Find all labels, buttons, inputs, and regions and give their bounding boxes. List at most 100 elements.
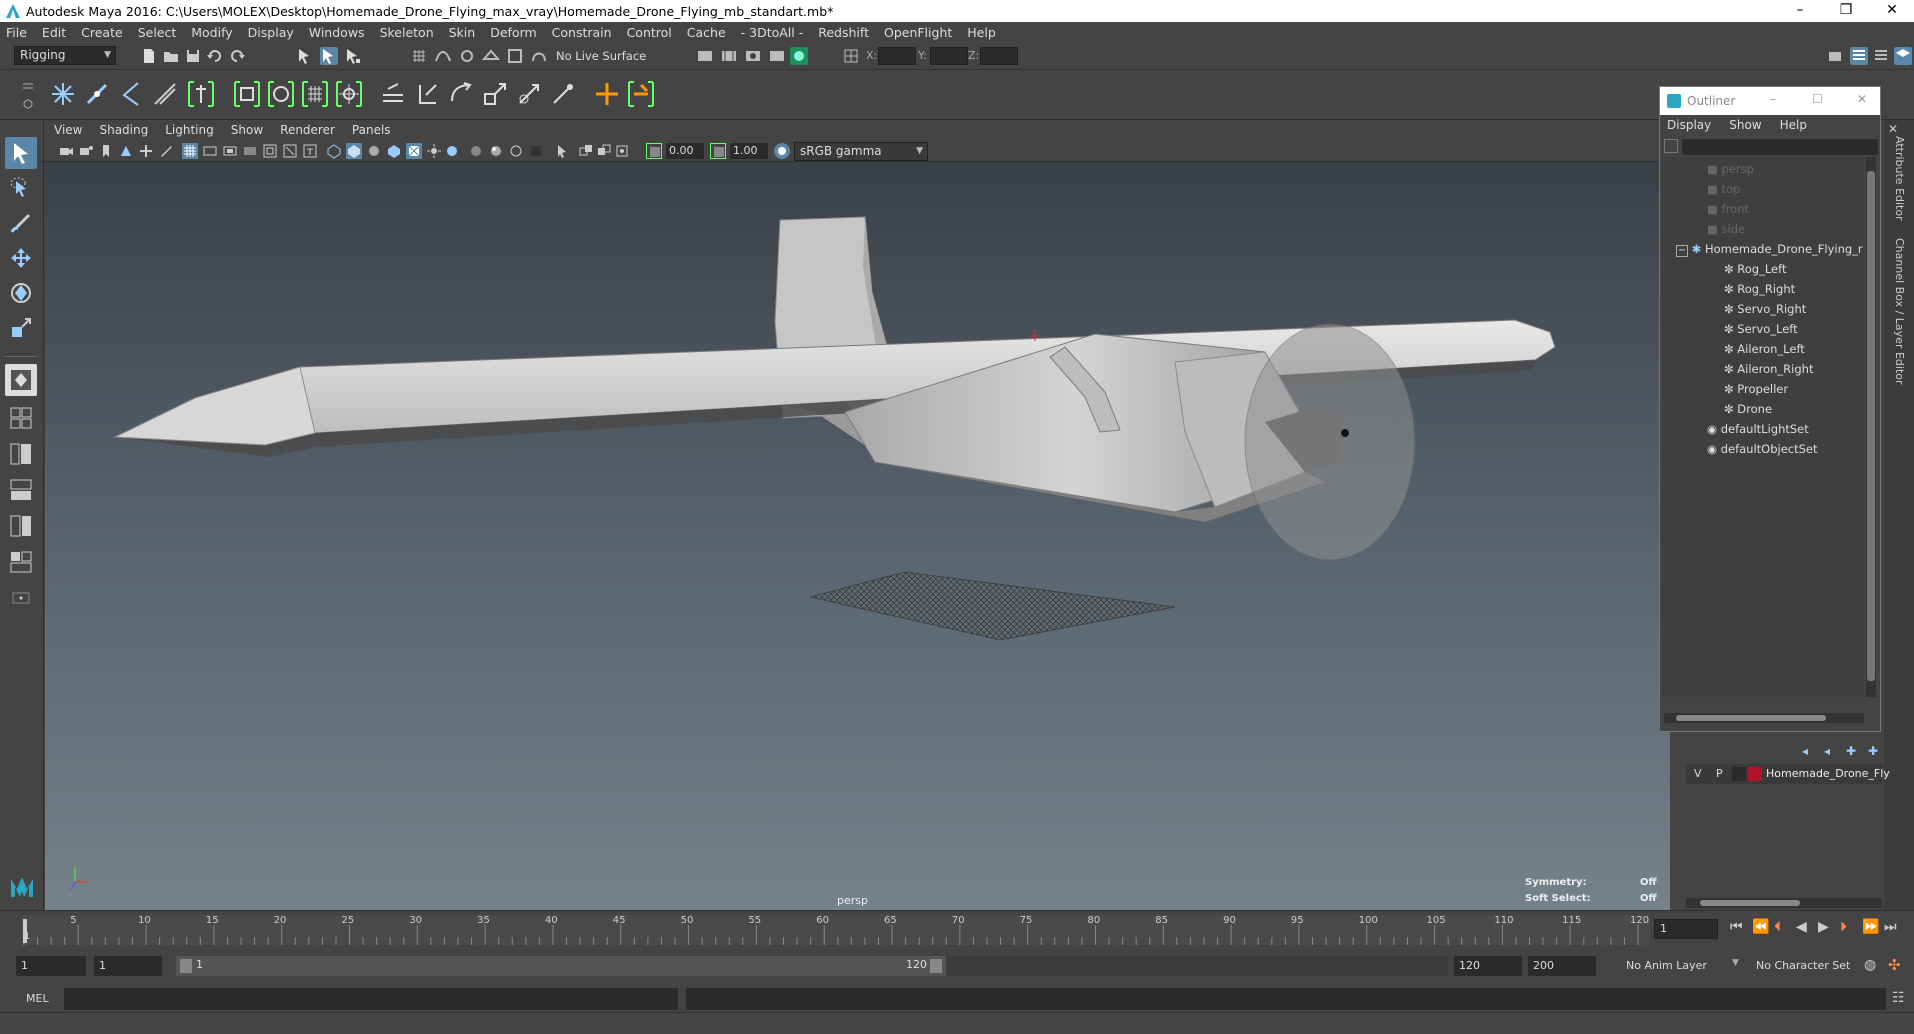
outliner-item-rog-right[interactable]: ✼ Rog_Right [1724,279,1795,299]
persp-trax-layout-icon[interactable] [5,546,37,578]
menu-3dtoall[interactable]: - 3DtoAll - [741,25,804,40]
auto-key-icon[interactable]: ◍ [1864,957,1876,973]
menu-windows[interactable]: Windows [309,25,365,40]
outliner-item-aileron-right[interactable]: ✼ Aileron_Right [1724,359,1813,379]
panel-menu-panels[interactable]: Panels [352,123,391,137]
playback-start-field[interactable]: 1 [94,956,162,976]
paint-select-tool-icon[interactable] [5,207,37,239]
camera-attributes-icon[interactable] [78,143,94,159]
menu-skin[interactable]: Skin [449,25,476,40]
ik-handle-icon[interactable] [114,77,148,111]
view-transform-dropdown[interactable]: sRGB gamma ▼ [794,142,928,161]
layer-display-type[interactable] [1732,767,1746,781]
ik-spline-icon[interactable] [148,77,182,111]
outliner-item-propeller[interactable]: ✼ Propeller [1724,379,1788,399]
lattice-icon[interactable] [298,77,332,111]
new-layer-selected-icon[interactable]: ✚ [1868,744,1878,758]
range-end-handle[interactable] [930,959,942,973]
new-layer-icon[interactable]: ✚ [1846,744,1856,758]
command-input[interactable] [64,988,678,1010]
new-scene-icon[interactable] [140,47,158,65]
play-forward-icon[interactable]: ▶ [1818,919,1829,935]
step-back-key-icon[interactable]: ⏪ [1752,919,1769,935]
outliner-item-root[interactable]: − ✱ Homemade_Drone_Flying_r [1676,239,1863,259]
character-set-dropdown[interactable]: No Character Set [1750,956,1864,976]
outliner-item-front[interactable]: ■ front [1707,199,1749,219]
close-button[interactable]: ✕ [1869,0,1914,22]
x-coordinate-field[interactable] [878,47,916,65]
range-start-handle[interactable] [180,959,192,973]
menu-constrain[interactable]: Constrain [552,25,612,40]
menu-create[interactable]: Create [81,25,123,40]
animation-end-field[interactable]: 200 [1528,956,1596,976]
outliner-item-default-light-set[interactable]: ◉ defaultLightSet [1707,419,1809,439]
four-view-layout-icon[interactable] [5,402,37,434]
panel-menu-shading[interactable]: Shading [99,123,148,137]
xray-joints-icon[interactable] [596,143,612,159]
channel-box-tab[interactable]: Channel Box / Layer Editor [1893,238,1906,385]
outliner-filter-icon[interactable] [1664,139,1678,153]
layout-options-icon[interactable] [5,582,37,614]
layer-visibility-toggle[interactable]: V [1694,767,1702,780]
gate-mask-icon[interactable] [242,143,258,159]
grease-pencil-icon[interactable] [158,143,174,159]
xray-components-icon[interactable] [614,143,630,159]
menu-skeleton[interactable]: Skeleton [380,25,434,40]
move-layer-down-icon[interactable]: ◂ [1824,744,1830,758]
outliner-minimize-button[interactable]: – [1770,92,1776,106]
point-constraint-icon[interactable] [410,77,444,111]
select-component-icon[interactable] [344,47,362,65]
playback-range-bar[interactable]: 1 120 [176,956,946,976]
render-settings-icon[interactable] [768,47,786,65]
menu-file[interactable]: File [6,25,27,40]
rotate-tool-icon[interactable] [5,277,37,309]
isolate-select-icon[interactable] [554,143,570,159]
step-forward-key-icon[interactable]: ⏩ [1862,919,1879,935]
make-live-icon[interactable] [530,47,548,65]
single-perspective-layout-icon[interactable] [5,364,37,396]
render-view-icon[interactable] [696,47,714,65]
snap-point-icon[interactable] [458,47,476,65]
time-slider[interactable]: 1 5 10 15 20 25 30 35 40 45 50 55 60 65 70 75 80 85 90 95 10… [0,910,1914,946]
depth-of-field-icon[interactable] [528,143,544,159]
go-to-start-icon[interactable]: ⏮ [1730,919,1743,935]
redo-icon[interactable] [228,47,246,65]
exposure-field[interactable]: 0.00 [666,143,704,159]
film-gate-icon[interactable] [202,143,218,159]
layer-row[interactable]: V P Homemade_Drone_Fly [1686,764,1890,784]
image-plane-icon[interactable] [118,143,134,159]
lasso-tool-icon[interactable] [5,172,37,204]
wireframe-on-shaded-icon[interactable] [386,143,402,159]
resolution-gate-icon[interactable] [222,143,238,159]
outliner-item-side[interactable]: ■ side [1707,219,1745,239]
bind-skin-icon[interactable] [230,77,264,111]
menu-openflight[interactable]: OpenFlight [884,25,952,40]
outliner-item-servo-left[interactable]: ✼ Servo_Left [1724,319,1798,339]
cluster-icon[interactable] [332,77,366,111]
layer-playback-toggle[interactable]: P [1716,767,1723,780]
move-tool-icon[interactable] [5,242,37,274]
modeling-toolkit-icon[interactable] [1826,47,1844,65]
persp-outliner-layout-icon[interactable] [5,438,37,470]
snap-view-plane-icon[interactable] [506,47,524,65]
select-tool-icon[interactable] [5,137,37,169]
grid-toggle-icon[interactable] [182,143,198,159]
outliner-menu-help[interactable]: Help [1780,118,1807,132]
mel-label[interactable]: MEL [26,992,49,1005]
add-influence-icon[interactable] [590,77,624,111]
menu-select[interactable]: Select [138,25,177,40]
gamma-icon[interactable] [710,143,726,159]
ipr-render-icon[interactable] [744,47,762,65]
undo-icon[interactable] [206,47,224,65]
motion-blur-icon[interactable] [488,143,504,159]
open-scene-icon[interactable] [162,47,180,65]
xray-icon[interactable] [578,143,594,159]
render-frame-icon[interactable] [720,47,738,65]
remove-influence-icon[interactable] [624,77,658,111]
safe-title-icon[interactable] [302,143,318,159]
select-camera-icon[interactable] [58,143,74,159]
menu-display[interactable]: Display [248,25,294,40]
bookmark-icon[interactable] [98,143,114,159]
outliner-item-aileron-left[interactable]: ✼ Aileron_Left [1724,339,1805,359]
perspective-viewport[interactable]: persp Symmetry: Off Soft Select: Off [45,162,1670,910]
